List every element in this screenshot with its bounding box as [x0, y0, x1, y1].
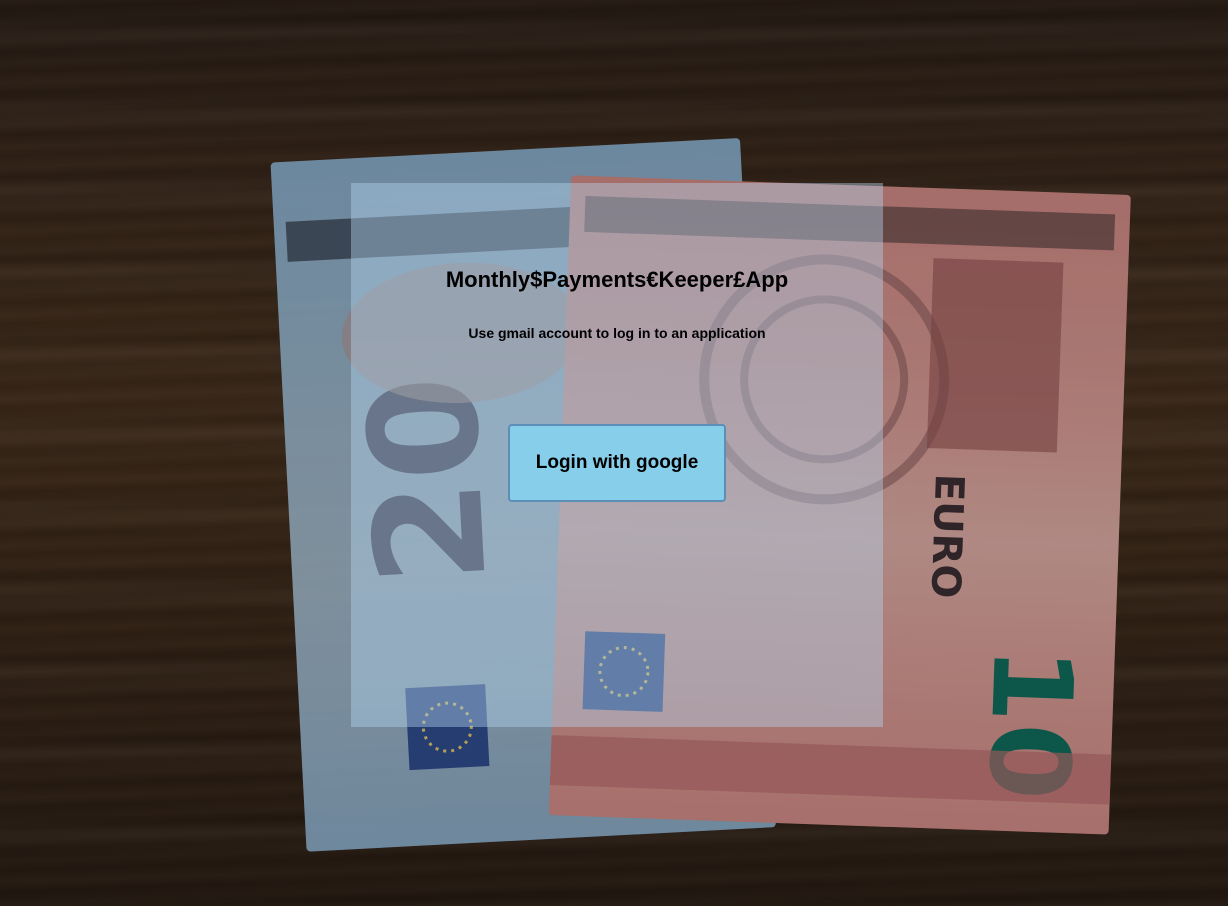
login-instructions: Use gmail account to log in to an applic… — [468, 325, 766, 341]
login-panel: Monthly$Payments€Keeper£App Use gmail ac… — [351, 183, 883, 727]
app-title: Monthly$Payments€Keeper£App — [445, 267, 789, 292]
login-with-google-button[interactable]: Login with google — [508, 424, 726, 502]
login-page: 20 10 EURO Monthly$Payments€Keeper£App U… — [0, 0, 1228, 906]
